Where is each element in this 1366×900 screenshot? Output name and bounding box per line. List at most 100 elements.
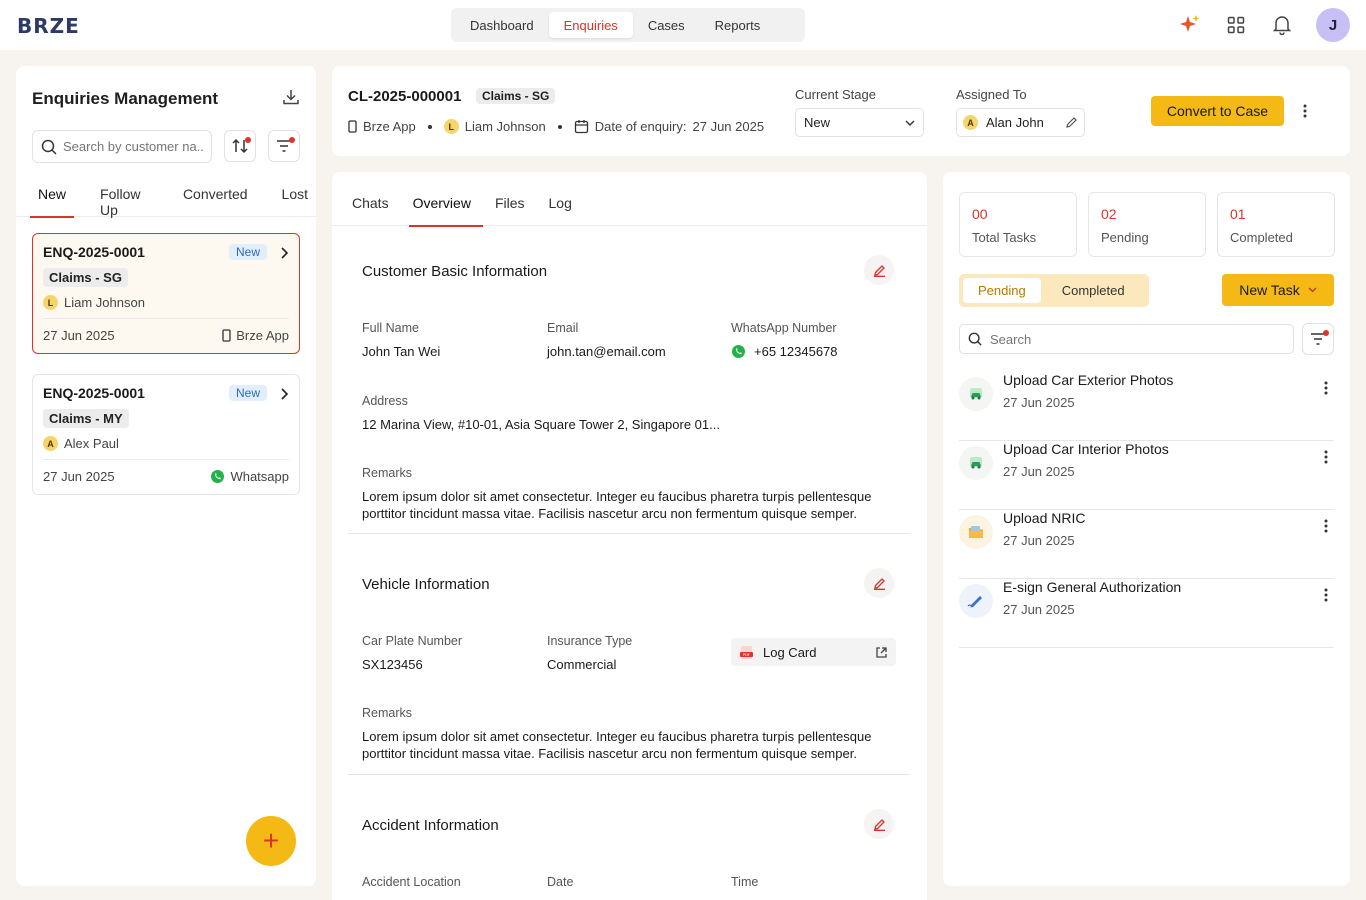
tab-chats[interactable]: Chats bbox=[344, 172, 397, 226]
whatsapp-label: WhatsApp Number bbox=[731, 321, 837, 335]
main-nav: Dashboard Enquiries Cases Reports bbox=[451, 8, 805, 42]
tab-files[interactable]: Files bbox=[487, 172, 533, 226]
task-filter-button[interactable] bbox=[1302, 323, 1334, 355]
phone-icon bbox=[348, 120, 357, 133]
customer: L Liam Johnson bbox=[43, 295, 289, 310]
calendar-icon bbox=[574, 120, 588, 134]
pen-sign-icon bbox=[959, 584, 993, 618]
convert-to-case-button[interactable]: Convert to Case bbox=[1151, 96, 1284, 126]
tab-follow-up[interactable]: Follow Up bbox=[92, 182, 157, 218]
download-icon[interactable] bbox=[282, 88, 302, 108]
address-label: Address bbox=[362, 394, 408, 408]
top-bar: BRZE Dashboard Enquiries Cases Reports J bbox=[0, 0, 1366, 50]
tab-new[interactable]: New bbox=[30, 182, 75, 218]
chevron-down-icon bbox=[1308, 287, 1317, 293]
whatsapp-icon bbox=[732, 345, 745, 358]
stat-number: 00 bbox=[972, 206, 988, 222]
more-options-icon[interactable] bbox=[1324, 381, 1328, 395]
enquiry-status-tabs: New Follow Up Converted Lost bbox=[16, 182, 316, 218]
tab-overview[interactable]: Overview bbox=[405, 172, 484, 227]
task-date: 27 Jun 2025 bbox=[1003, 533, 1075, 548]
toggle-completed[interactable]: Completed bbox=[1047, 278, 1140, 303]
address-value: 12 Marina View, #10-01, Asia Square Towe… bbox=[362, 417, 720, 432]
brand-logo[interactable]: BRZE bbox=[17, 14, 80, 38]
svg-text:PDF: PDF bbox=[743, 653, 750, 657]
vehicle-section-title: Vehicle Information bbox=[362, 576, 490, 593]
chevron-down-icon bbox=[905, 120, 915, 126]
edit-vehicle-button[interactable] bbox=[864, 568, 894, 598]
stat-label: Pending bbox=[1101, 230, 1149, 245]
log-card-file[interactable]: PDF Log Card bbox=[731, 638, 896, 666]
external-link-icon[interactable] bbox=[875, 646, 888, 659]
task-item[interactable]: Upload NRIC 27 Jun 2025 bbox=[959, 510, 1334, 579]
card-footer: 27 Jun 2025 Whatsapp bbox=[43, 459, 289, 484]
case-id: CL-2025-000001 bbox=[348, 88, 462, 105]
edit-accident-button[interactable] bbox=[864, 809, 894, 839]
whatsapp-number: +65 12345678 bbox=[754, 344, 838, 359]
task-item[interactable]: Upload Car Exterior Photos 27 Jun 2025 bbox=[959, 372, 1334, 441]
more-options-icon[interactable] bbox=[1324, 450, 1328, 464]
filter-indicator bbox=[289, 137, 295, 143]
new-task-label: New Task bbox=[1239, 282, 1300, 298]
task-title: E-sign General Authorization bbox=[1003, 579, 1182, 595]
sparkle-icon[interactable] bbox=[1178, 13, 1202, 37]
edit-customer-button[interactable] bbox=[864, 255, 894, 285]
chevron-right-icon[interactable] bbox=[279, 246, 289, 260]
task-item[interactable]: Upload Car Interior Photos 27 Jun 2025 bbox=[959, 441, 1334, 510]
stage-select[interactable]: New bbox=[795, 108, 924, 137]
assignee-field[interactable]: A Alan John bbox=[956, 108, 1085, 137]
edit-icon bbox=[873, 818, 885, 831]
more-options-icon[interactable] bbox=[1295, 101, 1315, 121]
add-enquiry-button[interactable]: + bbox=[246, 816, 296, 866]
enquiry-header: CL-2025-000001 Claims - SG Brze App L Li… bbox=[332, 66, 1350, 156]
enquiry-card[interactable]: ENQ-2025-0001 New Claims - SG L Liam Joh… bbox=[32, 233, 300, 354]
car-photo-icon bbox=[959, 446, 993, 480]
status-badge: New bbox=[228, 385, 267, 401]
edit-icon bbox=[873, 577, 885, 590]
task-search[interactable] bbox=[959, 324, 1294, 354]
stat-total-tasks: 00 Total Tasks bbox=[959, 192, 1077, 257]
whatsapp-value: +65 12345678 bbox=[731, 344, 838, 359]
email-label: Email bbox=[547, 321, 579, 335]
customer-search[interactable] bbox=[32, 130, 212, 163]
search-icon bbox=[968, 332, 982, 346]
more-options-icon[interactable] bbox=[1324, 588, 1328, 602]
user-avatar[interactable]: J bbox=[1316, 8, 1350, 42]
top-actions: J bbox=[1178, 8, 1350, 42]
nav-enquiries[interactable]: Enquiries bbox=[548, 12, 633, 38]
customer-initial: L bbox=[43, 295, 58, 310]
chevron-right-icon[interactable] bbox=[279, 387, 289, 401]
vehicle-remarks: Lorem ipsum dolor sit amet consectetur. … bbox=[362, 729, 872, 761]
filter-button[interactable] bbox=[268, 130, 300, 162]
task-item[interactable]: E-sign General Authorization 27 Jun 2025 bbox=[959, 579, 1334, 648]
apps-grid-icon[interactable] bbox=[1224, 13, 1248, 37]
assignee-name: Alan John bbox=[986, 115, 1044, 130]
nav-reports[interactable]: Reports bbox=[700, 12, 776, 38]
tab-lost[interactable]: Lost bbox=[274, 182, 316, 217]
customer-name: Alex Paul bbox=[64, 436, 119, 451]
new-task-button[interactable]: New Task bbox=[1222, 274, 1334, 306]
nav-dashboard[interactable]: Dashboard bbox=[455, 12, 549, 38]
search-icon bbox=[41, 139, 57, 155]
more-options-icon[interactable] bbox=[1324, 519, 1328, 533]
date-label: Date of enquiry: bbox=[594, 119, 687, 134]
stat-label: Total Tasks bbox=[972, 230, 1037, 245]
edit-icon[interactable] bbox=[1065, 116, 1078, 129]
customer: A Alex Paul bbox=[43, 436, 289, 451]
source-label: Brze App bbox=[363, 119, 416, 134]
vehicle-remarks-label: Remarks bbox=[362, 706, 413, 720]
sort-indicator bbox=[245, 137, 251, 143]
section-divider bbox=[348, 533, 910, 534]
enquiry-card[interactable]: ENQ-2025-0001 New Claims - MY A Alex Pau… bbox=[32, 374, 300, 495]
customer-search-input[interactable] bbox=[63, 139, 203, 154]
toggle-pending[interactable]: Pending bbox=[963, 278, 1041, 303]
claims-tag: Claims - MY bbox=[43, 409, 129, 428]
stat-label: Completed bbox=[1230, 230, 1293, 245]
sort-button[interactable] bbox=[224, 130, 256, 162]
task-status-toggle: Pending Completed bbox=[959, 274, 1149, 307]
nav-cases[interactable]: Cases bbox=[633, 12, 700, 38]
tab-converted[interactable]: Converted bbox=[175, 182, 256, 217]
task-search-input[interactable] bbox=[990, 331, 1280, 347]
tab-log[interactable]: Log bbox=[541, 172, 580, 226]
bell-icon[interactable] bbox=[1270, 13, 1294, 37]
